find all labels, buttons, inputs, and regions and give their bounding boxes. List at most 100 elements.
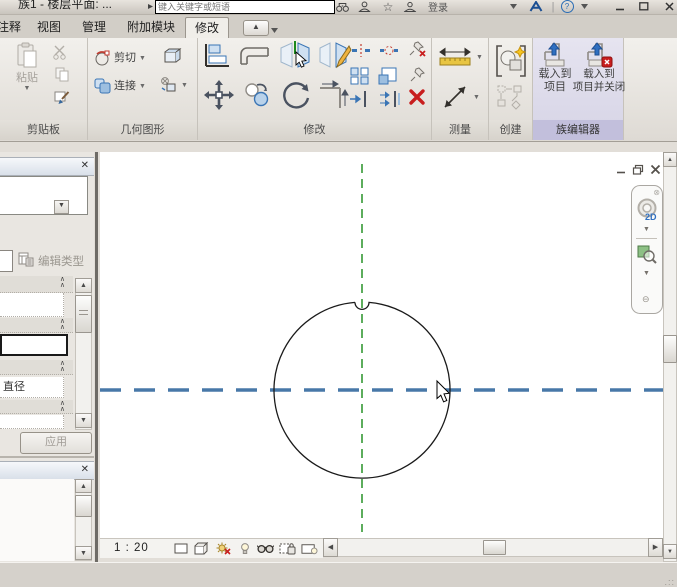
- detail-level-button[interactable]: [172, 541, 189, 556]
- v-scrollbar-thumb[interactable]: [663, 335, 677, 363]
- reveal-hidden-button[interactable]: [301, 541, 318, 556]
- properties-scroll-down-button[interactable]: ▼: [75, 413, 92, 428]
- properties-header[interactable]: ✕: [0, 157, 94, 176]
- flyout-arrow-icon[interactable]: [146, 0, 154, 13]
- profile-icon[interactable]: [356, 0, 372, 13]
- property-group-header[interactable]: ∧∧: [0, 318, 73, 333]
- wheel-dropdown-icon[interactable]: ▼: [643, 226, 650, 233]
- ribbon-collapse-button[interactable]: ▲: [243, 20, 269, 36]
- unpin-tool[interactable]: [408, 40, 428, 61]
- delete-tool[interactable]: [408, 88, 426, 109]
- property-row[interactable]: [0, 293, 64, 317]
- type-selector[interactable]: [0, 176, 88, 215]
- tab-manage[interactable]: 管理: [73, 17, 115, 38]
- mirror-pick-axis-tool[interactable]: [278, 40, 314, 75]
- close-button[interactable]: [662, 0, 677, 13]
- favorites-star-icon[interactable]: ☆: [380, 0, 396, 13]
- paste-dropdown-icon[interactable]: ▼: [24, 85, 31, 92]
- trim-extend-tool[interactable]: [318, 80, 352, 113]
- community-icon[interactable]: [402, 0, 418, 13]
- signin-dropdown-icon[interactable]: [508, 0, 518, 13]
- load-into-project-button[interactable]: 载入到 项目: [535, 42, 575, 94]
- zoom-dropdown-icon[interactable]: ▼: [643, 270, 650, 277]
- help-dropdown-icon[interactable]: [579, 0, 589, 13]
- zoom-button[interactable]: [637, 244, 657, 267]
- h-scroll-right-button[interactable]: ▶: [648, 538, 663, 557]
- project-browser-close-icon[interactable]: ✕: [81, 464, 89, 476]
- ribbon-collapse-dropdown-icon[interactable]: [271, 24, 278, 36]
- view-window-restore-button[interactable]: [632, 164, 644, 178]
- project-browser-list[interactable]: [0, 479, 74, 561]
- sun-path-button[interactable]: [214, 541, 231, 556]
- copy-icon[interactable]: [54, 66, 70, 85]
- create-component-tool[interactable]: [494, 43, 528, 82]
- crop-view-button[interactable]: [279, 541, 296, 556]
- type-combo-stub[interactable]: [0, 250, 13, 272]
- cope-tool[interactable]: [238, 42, 272, 73]
- measure-angular-button[interactable]: ▼: [440, 82, 480, 112]
- properties-close-icon[interactable]: ✕: [81, 160, 89, 172]
- scale-tool[interactable]: [378, 67, 398, 88]
- array-tool[interactable]: [350, 67, 370, 88]
- offset-align-tool[interactable]: [348, 90, 372, 111]
- drawing-area[interactable]: ⊗ 2D ▼ ▼ ⊖: [100, 152, 663, 538]
- v-scroll-down-button[interactable]: ▼: [663, 544, 677, 559]
- split-element-tool[interactable]: [350, 43, 372, 61]
- panel-label-measure[interactable]: 测量: [432, 120, 488, 140]
- wall-joins-icon[interactable]: [162, 46, 182, 69]
- match-type-brush-icon[interactable]: [54, 90, 71, 110]
- navbar-minimize-icon[interactable]: ⊖: [642, 294, 650, 305]
- navbar-close-icon[interactable]: ⊗: [653, 188, 660, 197]
- split-with-gap-tool[interactable]: [378, 43, 400, 61]
- panel-label-modify[interactable]: 修改: [198, 120, 431, 140]
- v-scroll-up-button[interactable]: ▲: [663, 152, 677, 167]
- property-group-header[interactable]: ∧∧: [0, 276, 73, 293]
- paste-button[interactable]: 粘贴 ▼: [10, 42, 44, 92]
- join-geometry-button[interactable]: 连接▼: [94, 78, 146, 94]
- panel-label-family-editor[interactable]: 族编辑器: [533, 120, 623, 140]
- cut-clipboard-icon[interactable]: [52, 44, 70, 63]
- palette-canvas-divider[interactable]: [95, 152, 98, 562]
- visual-style-button[interactable]: [193, 541, 210, 556]
- resize-grip[interactable]: .::: [664, 577, 675, 587]
- panel-label-geometry[interactable]: 几何图形: [88, 120, 197, 140]
- move-tool[interactable]: [204, 80, 234, 113]
- view-window-close-button[interactable]: [650, 164, 661, 178]
- mirror-draw-axis-tool[interactable]: [318, 40, 352, 75]
- view-scale-label[interactable]: 1 : 20: [114, 542, 149, 554]
- browser-scrollbar-thumb[interactable]: [75, 495, 92, 517]
- property-value-input[interactable]: [0, 334, 68, 356]
- edit-type-button[interactable]: 编辑类型: [38, 253, 84, 269]
- help-icon[interactable]: ?: [560, 0, 574, 13]
- property-group-header[interactable]: ∧∧: [0, 360, 73, 375]
- cut-geometry-button[interactable]: 剪切▼: [94, 50, 146, 66]
- project-browser-header[interactable]: ✕: [0, 461, 94, 480]
- panel-label-clipboard[interactable]: 剪贴板: [0, 120, 87, 140]
- measure-aligned-button[interactable]: ▼: [437, 46, 483, 68]
- panel-label-create[interactable]: 创建: [489, 120, 532, 140]
- h-scroll-left-button[interactable]: ◀: [323, 538, 338, 557]
- search-binoculars-icon[interactable]: [335, 0, 350, 13]
- align-tool[interactable]: [202, 42, 232, 73]
- load-into-project-close-button[interactable]: 载入到 项目并关闭: [575, 42, 623, 94]
- search-input[interactable]: [155, 0, 335, 14]
- apply-button[interactable]: 应用: [20, 432, 92, 454]
- property-row[interactable]: [0, 415, 64, 429]
- copy-tool[interactable]: [242, 82, 272, 111]
- properties-scroll-up-button[interactable]: ▲: [75, 278, 92, 293]
- h-scrollbar-thumb[interactable]: [483, 540, 506, 555]
- demolish-button[interactable]: ▼: [160, 76, 188, 94]
- browser-scroll-down-button[interactable]: ▼: [75, 546, 92, 560]
- pin-tool[interactable]: [410, 66, 426, 87]
- shadows-button[interactable]: [236, 541, 253, 556]
- type-selector-dropdown-icon[interactable]: ▼: [54, 200, 69, 214]
- tab-addins[interactable]: 附加模块: [118, 17, 184, 38]
- rotate-tool[interactable]: [280, 80, 312, 113]
- temporary-hide-isolate-button[interactable]: [257, 541, 274, 556]
- tab-annotate[interactable]: 注释: [0, 17, 30, 38]
- multi-align-tool[interactable]: [378, 90, 402, 111]
- maximize-button[interactable]: [636, 0, 652, 13]
- create-group-tool[interactable]: [496, 84, 524, 113]
- browser-scroll-up-button[interactable]: ▲: [75, 479, 92, 493]
- tab-view[interactable]: 视图: [28, 17, 70, 38]
